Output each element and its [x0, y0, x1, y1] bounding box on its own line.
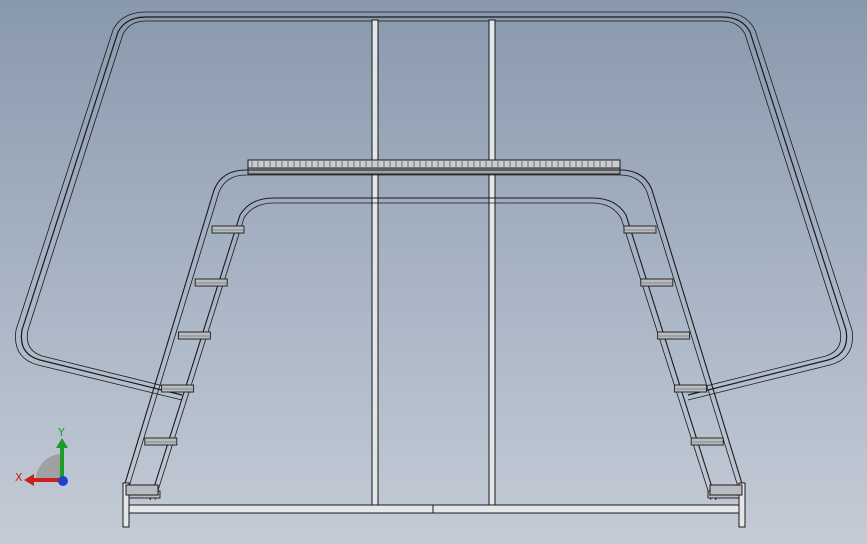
post-right — [488, 19, 496, 507]
left-ladder-tread[interactable] — [144, 437, 178, 446]
triad-x-label: X — [15, 471, 23, 484]
triad-x-arrowhead — [24, 474, 34, 486]
axis-triad: Y X — [15, 426, 68, 486]
triad-y-arrowhead — [56, 438, 68, 448]
right-ladder-tread[interactable] — [657, 331, 691, 340]
top-grating[interactable] — [247, 159, 621, 175]
right-ladder-tread[interactable] — [690, 437, 724, 446]
right-ladder-tread[interactable] — [673, 384, 707, 393]
right-ladder-tread[interactable] — [623, 225, 657, 234]
left-ladder-tread[interactable] — [211, 225, 245, 234]
base-frame[interactable] — [122, 482, 746, 528]
triad-quadrant — [36, 454, 62, 480]
triad-z-axis — [58, 476, 68, 486]
left-ladder-tread[interactable] — [177, 331, 211, 340]
triad-y-label: Y — [57, 426, 65, 439]
platform-drawing: Y X — [15, 11, 853, 528]
left-ladder-treads[interactable] — [127, 225, 245, 499]
right-ladder-treads[interactable] — [623, 225, 741, 499]
outer-guardrail[interactable] — [15, 11, 853, 401]
inner-handrails[interactable] — [122, 169, 745, 501]
left-ladder-tread[interactable] — [194, 278, 228, 287]
cad-viewport[interactable]: Y X — [0, 0, 867, 544]
post-left — [371, 19, 379, 507]
vertical-posts[interactable] — [371, 19, 496, 507]
left-ladder-tread[interactable] — [161, 384, 195, 393]
right-ladder-tread[interactable] — [640, 278, 674, 287]
